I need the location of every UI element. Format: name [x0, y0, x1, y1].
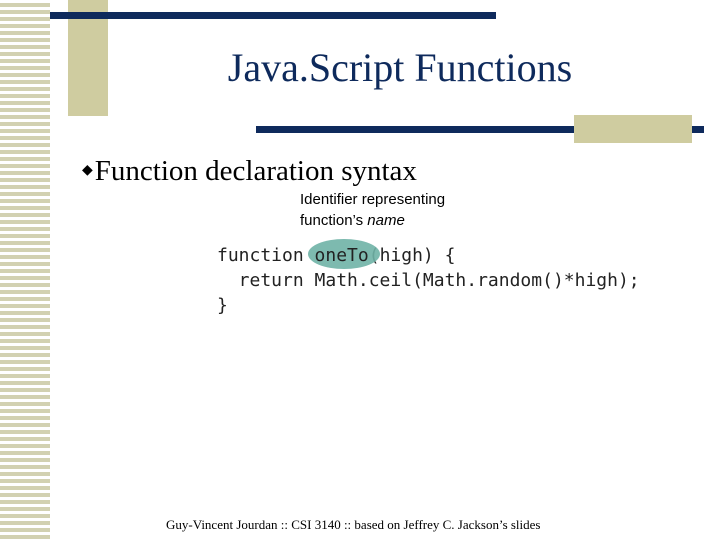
code-block: function oneTo(high) { return Math.ceil(… [217, 239, 640, 318]
diamond-bullet-icon: ◆ [82, 163, 93, 178]
identifier-annotation: Identifier representing function’s name [300, 189, 445, 231]
code-params: (high) { [368, 245, 456, 266]
top-accent-line [50, 12, 496, 19]
annotation-plain-text: function’s [300, 212, 368, 229]
bullet-text: Function declaration syntax [94, 155, 417, 187]
mid-accent-block [574, 115, 692, 143]
code-keyword: function [217, 245, 315, 266]
annotation-italic-text: name [367, 212, 405, 229]
code-line-2: return Math.ceil(Math.random()*high); [217, 270, 640, 291]
function-identifier: oneTo [314, 245, 369, 266]
left-stripe-decoration [0, 0, 50, 540]
bullet-item: ◆Function declaration syntax [82, 155, 417, 188]
annotation-line-2: function’s name [300, 210, 445, 231]
code-line-3: } [217, 295, 228, 316]
annotation-line-1: Identifier representing [300, 191, 446, 208]
identifier-highlight: oneTo [307, 239, 380, 269]
code-line-1: function oneTo(high) { [217, 239, 640, 269]
slide-title: Java.Script Functions [227, 45, 573, 90]
slide-footer: Guy-Vincent Jourdan :: CSI 3140 :: based… [166, 517, 541, 532]
